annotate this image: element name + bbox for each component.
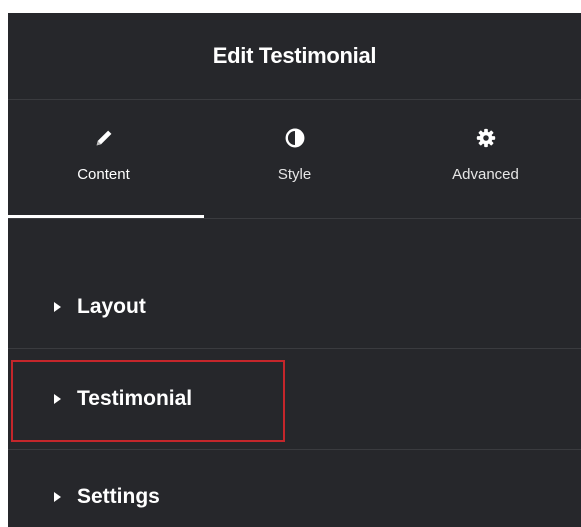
caret-right-icon — [54, 394, 61, 404]
tab-bar: Content Style Advanced — [8, 100, 581, 218]
caret-right-icon — [54, 492, 61, 502]
panel-header: Edit Testimonial — [8, 13, 581, 99]
caret-right-icon — [54, 302, 61, 312]
section-testimonial[interactable]: Testimonial — [8, 349, 581, 449]
tab-style-label: Style — [277, 166, 312, 183]
section-layout[interactable]: Layout — [8, 266, 581, 348]
gear-icon — [476, 128, 495, 148]
tab-style[interactable]: Style — [199, 100, 390, 218]
tab-content[interactable]: Content — [8, 100, 199, 218]
edit-panel: Edit Testimonial Content Style Advanced … — [8, 13, 581, 527]
section-testimonial-label: Testimonial — [77, 387, 193, 410]
contrast-icon — [285, 128, 304, 148]
section-layout-label: Layout — [77, 295, 146, 318]
tab-content-label: Content — [77, 166, 130, 183]
section-settings-label: Settings — [77, 485, 160, 508]
tab-advanced[interactable]: Advanced — [390, 100, 581, 218]
section-settings[interactable]: Settings — [8, 450, 581, 527]
active-tab-indicator — [8, 215, 204, 218]
pencil-icon — [96, 130, 111, 146]
panel-title: Edit Testimonial — [212, 43, 377, 68]
tab-advanced-label: Advanced — [452, 166, 519, 183]
